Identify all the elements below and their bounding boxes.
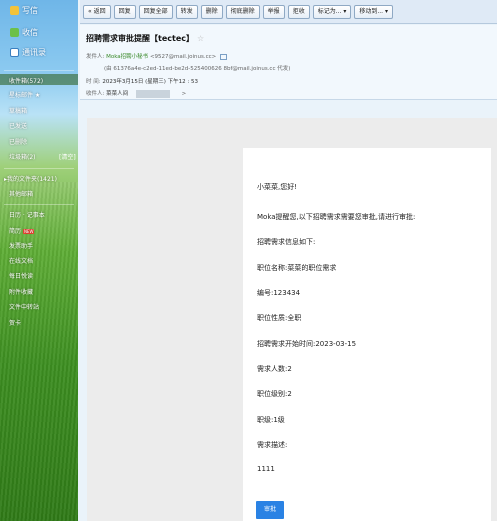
recipient-line: 收件人: 菜菜人间 > [86,89,187,98]
divider [4,168,74,169]
empty-spam-link[interactable]: [清空] [59,152,76,161]
divider [4,70,74,71]
pencil-icon [10,6,19,15]
position-nature: 职位性质:全职 [257,314,302,322]
message-card: 小菜菜,您好! Moka提醒您,以下招聘需求需要您审批,请进行审批: 招聘需求信… [243,148,491,521]
intro-text: Moka提醒您,以下招聘需求需要您审批,请进行审批: [257,213,416,221]
email-body-area: 小菜菜,您好! Moka提醒您,以下招聘需求需要您审批,请进行审批: 招聘需求信… [87,118,497,521]
star-icon[interactable]: ☆ [197,34,204,43]
folder-starred[interactable]: 星标邮件 ★ [9,90,40,99]
folder-sent[interactable]: 已发送 [9,121,27,130]
sender-address: <9527@mail.joinus.cc> [149,54,217,60]
sidebar: 写信 收信 通讯录 收件箱(572) 星标邮件 ★ 草稿箱 已发送 已删除 垃圾… [0,0,78,521]
description-value: 1111 [257,465,275,473]
folder-drafts[interactable]: 草稿箱 [9,106,27,115]
greeting: 小菜菜,您好! [257,183,298,191]
folder-deleted[interactable]: 已删除 [9,137,27,146]
tool-resume[interactable]: 简历 NEW [9,226,35,235]
delete-forever-button[interactable]: 彻底删除 [225,4,260,19]
contacts-link[interactable]: 通讯录 [10,47,46,58]
email-header: 招聘需求审批提醒【tectec】 ☆ 发件人: Moka招聘小秘书 <9527@m… [80,25,497,100]
contacts-icon [10,48,19,57]
write-link[interactable]: 写信 [10,5,38,16]
reply-button[interactable]: 回复 [113,4,136,19]
contact-card-icon[interactable] [220,53,227,60]
tool-file-transfer[interactable]: 文件中转站 [9,302,39,311]
tool-attachments[interactable]: 附件收藏 [9,287,33,296]
tool-daily-read[interactable]: 每日悦读 [9,271,33,280]
position-name: 职位名称:菜菜的职位需求 [257,264,337,272]
recipient-name[interactable]: 菜菜人间 [106,91,128,97]
position-level: 职位级别:2 [257,390,292,398]
tool-docs[interactable]: 在线文档 [9,256,33,265]
tool-calendar[interactable]: 日历 · 记事本 [9,210,45,219]
reject-button[interactable]: 拒收 [287,4,310,19]
redacted-block [135,89,170,98]
my-folders[interactable]: ▸我的文件夹(1421) [4,174,57,183]
description-label: 需求描述: [257,441,288,449]
divider [4,204,74,205]
sender-name[interactable]: Moka招聘小秘书 [106,54,148,60]
rank: 职级:1级 [257,416,285,424]
headcount: 需求人数:2 [257,365,292,373]
delete-button[interactable]: 删除 [200,4,223,19]
inbox-link[interactable]: 收信 [10,27,38,38]
folder-spam[interactable]: 垃圾箱(2) [9,152,36,161]
inbox-icon [10,28,19,37]
report-button[interactable]: 举报 [262,4,285,19]
tool-cards[interactable]: 贺卡 [9,318,21,327]
other-mailbox[interactable]: 其他邮箱 [9,189,33,198]
email-subject: 招聘需求审批提醒【tectec】 ☆ [86,34,205,43]
forward-button[interactable]: 转发 [175,4,198,19]
back-button[interactable]: « 返回 [83,4,111,19]
folder-inbox[interactable]: 收件箱(572) [9,76,43,85]
time-line: 时 间: 2023年3月15日 (星期三) 下午12 : 53 [86,79,198,85]
toolbar: « 返回 回复 回复全部 转发 删除 彻底删除 举报 拒收 标记为... ▾ 移… [80,0,497,24]
start-time: 招聘需求开始时间:2023-03-15 [257,340,357,348]
sender-line: 发件人: Moka招聘小秘书 <9527@mail.joinus.cc> [86,52,227,60]
move-to-dropdown[interactable]: 移动到... ▾ [354,4,394,19]
requisition-number: 编号:123434 [257,289,301,297]
approve-button[interactable]: 审批 [256,501,284,519]
mark-as-dropdown[interactable]: 标记为... ▾ [312,4,352,19]
new-badge: NEW [22,229,35,234]
tool-invoice[interactable]: 发票助手 [9,241,33,250]
info-title: 招聘需求信息如下: [257,238,316,246]
proxy-line: (由 61376a4e-c2ed-11ed-be2d-525400626 8bf… [104,66,291,72]
reply-all-button[interactable]: 回复全部 [138,4,173,19]
